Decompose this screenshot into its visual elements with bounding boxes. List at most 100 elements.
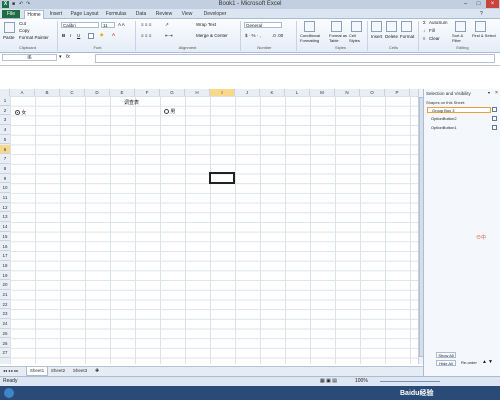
selected-cell[interactable] [209, 172, 235, 184]
row-header[interactable]: 11 [0, 193, 10, 203]
pane-item-option-button-2[interactable]: OptionButton2 [427, 116, 491, 122]
column-header[interactable]: B [35, 89, 60, 96]
column-header[interactable]: F [135, 89, 160, 96]
currency-icon[interactable]: $ · % · , [245, 33, 261, 38]
pane-item-option-button-1[interactable]: OptionButton1 [427, 125, 491, 131]
paste-button[interactable]: Paste [3, 35, 15, 40]
row-header[interactable]: 10 [0, 183, 10, 193]
show-all-button[interactable]: Show All [436, 352, 456, 358]
column-header[interactable]: M [310, 89, 335, 96]
visibility-eye-icon[interactable] [492, 107, 497, 112]
new-sheet-icon[interactable]: ✚ [95, 368, 99, 374]
fill-button[interactable]: Fill [429, 28, 435, 33]
tab-page-layout[interactable]: Page Layout [69, 10, 100, 18]
row-header[interactable]: 9 [0, 174, 10, 184]
tab-file[interactable]: File [2, 10, 20, 18]
number-format-select[interactable]: General [244, 22, 282, 28]
pane-close-icon[interactable]: × [495, 90, 498, 96]
italic-icon[interactable]: I [70, 33, 71, 38]
help-icon[interactable]: ? [480, 11, 483, 17]
cell-title[interactable]: 调查表 [124, 99, 139, 106]
indent-icon[interactable]: ⇤⇥ [165, 33, 173, 39]
sheet-tab-2[interactable]: Sheet2 [48, 367, 68, 375]
orientation-icon[interactable]: ↗ [165, 22, 169, 28]
row-header[interactable]: 7 [0, 154, 10, 164]
tab-formulas[interactable]: Formulas [103, 10, 129, 18]
column-header[interactable]: G [160, 89, 185, 96]
format-as-table-icon[interactable] [331, 21, 342, 32]
bold-icon[interactable]: B [62, 33, 65, 38]
tab-review[interactable]: Review [153, 10, 175, 18]
option-button-male[interactable]: 男 [164, 108, 175, 115]
format-cells-button[interactable]: Format [400, 34, 414, 39]
select-all-corner[interactable] [0, 89, 10, 96]
column-header[interactable]: O [360, 89, 385, 96]
ime-toolbar-icon[interactable]: ⊖中 [476, 234, 486, 241]
delete-cells-icon[interactable] [386, 21, 397, 32]
name-box-dropdown-icon[interactable]: ▾ [59, 54, 62, 60]
cell-styles-button[interactable]: Cell Styles [349, 33, 367, 43]
radio-icon[interactable] [15, 110, 20, 116]
row-header[interactable]: 21 [0, 290, 10, 300]
autosum-icon[interactable]: Σ [423, 20, 426, 25]
row-header[interactable]: 25 [0, 329, 10, 339]
merge-center-button[interactable]: Merge & Center [196, 33, 228, 38]
column-header[interactable]: H [185, 89, 210, 96]
column-header[interactable]: P [385, 89, 410, 96]
clear-button[interactable]: Clear [429, 36, 440, 41]
align-top-icon[interactable]: ≡ ≡ ≡ [141, 22, 151, 27]
row-header[interactable]: 1 [0, 96, 10, 106]
font-size-select[interactable]: 11 [101, 22, 115, 28]
row-header[interactable]: 23 [0, 309, 10, 320]
hide-all-button[interactable]: Hide All [436, 360, 456, 366]
column-header[interactable]: L [285, 89, 310, 96]
column-header[interactable]: J [235, 89, 260, 96]
fill-color-icon[interactable]: ◆ [100, 32, 103, 38]
name-box[interactable]: I6 [2, 54, 57, 61]
cell-styles-icon[interactable] [351, 21, 362, 32]
row-header[interactable]: 2 [0, 106, 10, 116]
visibility-eye-icon[interactable] [492, 125, 497, 130]
insert-cells-icon[interactable] [371, 21, 382, 32]
row-header[interactable]: 16 [0, 242, 10, 252]
tab-data[interactable]: Data [133, 10, 149, 18]
zoom-slider[interactable] [380, 381, 440, 382]
tab-view[interactable]: View [178, 10, 196, 18]
format-as-table-button[interactable]: Format as Table [329, 33, 349, 43]
row-header[interactable]: 19 [0, 271, 10, 281]
decimal-icon[interactable]: .0 .00 [272, 33, 283, 38]
pane-item-group-box[interactable]: Group Box 3 [427, 107, 491, 113]
conditional-formatting-button[interactable]: Conditional Formatting [300, 33, 326, 43]
row-header[interactable]: 27 [0, 348, 10, 358]
cut-button[interactable]: Cut [19, 21, 26, 26]
zoom-level[interactable]: 100% [355, 378, 368, 384]
row-header[interactable]: 22 [0, 300, 10, 310]
clear-icon[interactable]: ◊ [423, 36, 425, 41]
sort-filter-button[interactable]: Sort & Filter [452, 33, 470, 43]
row-header[interactable]: 14 [0, 222, 10, 232]
minimize-button[interactable]: – [459, 0, 472, 8]
start-button[interactable] [4, 388, 14, 398]
row-header[interactable]: 26 [0, 339, 10, 349]
column-header[interactable]: E [110, 89, 135, 96]
row-header[interactable]: 13 [0, 212, 10, 223]
column-header[interactable]: A [10, 89, 35, 96]
format-painter-button[interactable]: Format Painter [19, 35, 49, 40]
delete-cells-button[interactable]: Delete [385, 34, 398, 39]
find-select-button[interactable]: Find & Select [472, 33, 496, 38]
maximize-button[interactable]: □ [472, 0, 485, 8]
underline-icon[interactable]: U [77, 33, 80, 38]
column-header[interactable]: D [85, 89, 110, 96]
formula-input[interactable] [95, 54, 495, 63]
autosum-button[interactable]: AutoSum [429, 20, 448, 25]
borders-icon[interactable] [88, 33, 94, 39]
row-header[interactable]: 8 [0, 164, 10, 174]
tab-home[interactable]: Home [24, 10, 44, 19]
row-header[interactable]: 12 [0, 203, 10, 213]
font-name-select[interactable]: Calibri [61, 22, 99, 28]
find-select-icon[interactable] [475, 21, 486, 32]
radio-icon[interactable] [164, 109, 169, 115]
row-header[interactable]: 5 [0, 135, 10, 145]
sheet-tab-3[interactable]: Sheet3 [70, 367, 90, 375]
paste-icon[interactable] [4, 22, 15, 33]
